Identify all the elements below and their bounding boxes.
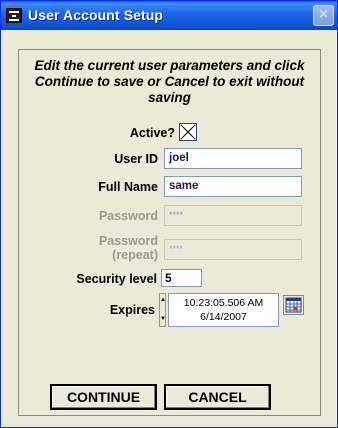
instruction-line-3: saving (148, 90, 191, 105)
form-panel: Edit the current user parameters and cli… (18, 49, 321, 416)
expires-spinner[interactable]: ▲ ▼ (159, 293, 166, 327)
instruction-text: Edit the current user parameters and cli… (19, 58, 320, 106)
active-checkbox[interactable] (179, 123, 197, 141)
security-level-input[interactable]: 5 (161, 269, 202, 287)
expires-label: Expires (109, 303, 155, 317)
instruction-line-2: Continue to save or Cancel to exit witho… (34, 74, 305, 89)
password-repeat-label-line-2: (repeat) (112, 248, 158, 262)
spin-up-icon[interactable]: ▲ (160, 297, 166, 303)
calendar-icon (285, 297, 302, 313)
title-bar[interactable]: User Account Setup × (1, 1, 337, 30)
close-button[interactable]: × (313, 5, 334, 26)
app-window-icon (6, 8, 22, 23)
continue-button[interactable]: CONTINUE (50, 384, 157, 410)
instruction-line-1: Edit the current user parameters and cli… (34, 58, 305, 73)
security-level-label: Security level (76, 272, 157, 286)
password-repeat-label: Password (repeat) (59, 234, 158, 262)
user-account-setup-dialog: User Account Setup × Edit the current us… (0, 0, 338, 428)
full-name-label: Full Name (98, 180, 158, 194)
expires-datetime-field[interactable]: 10:23:05.506 AM 6/14/2007 (168, 293, 279, 327)
calendar-button[interactable] (283, 295, 304, 315)
password-label: Password (98, 209, 158, 223)
password-input[interactable]: **** (164, 205, 302, 226)
expires-date: 6/14/2007 (200, 311, 247, 323)
password-repeat-label-line-1: Password (98, 234, 158, 248)
spin-down-icon[interactable]: ▼ (160, 316, 166, 322)
user-id-label: User ID (114, 152, 158, 166)
user-id-input[interactable]: joel (164, 148, 302, 169)
full-name-input[interactable]: same (164, 176, 302, 197)
cancel-button[interactable]: CANCEL (164, 384, 271, 410)
active-label: Active? (129, 126, 175, 140)
expires-time: 10:23:05.506 AM (183, 297, 264, 309)
password-repeat-input[interactable]: **** (164, 239, 302, 260)
window-title: User Account Setup (28, 7, 164, 23)
checkbox-x-icon (180, 124, 196, 140)
